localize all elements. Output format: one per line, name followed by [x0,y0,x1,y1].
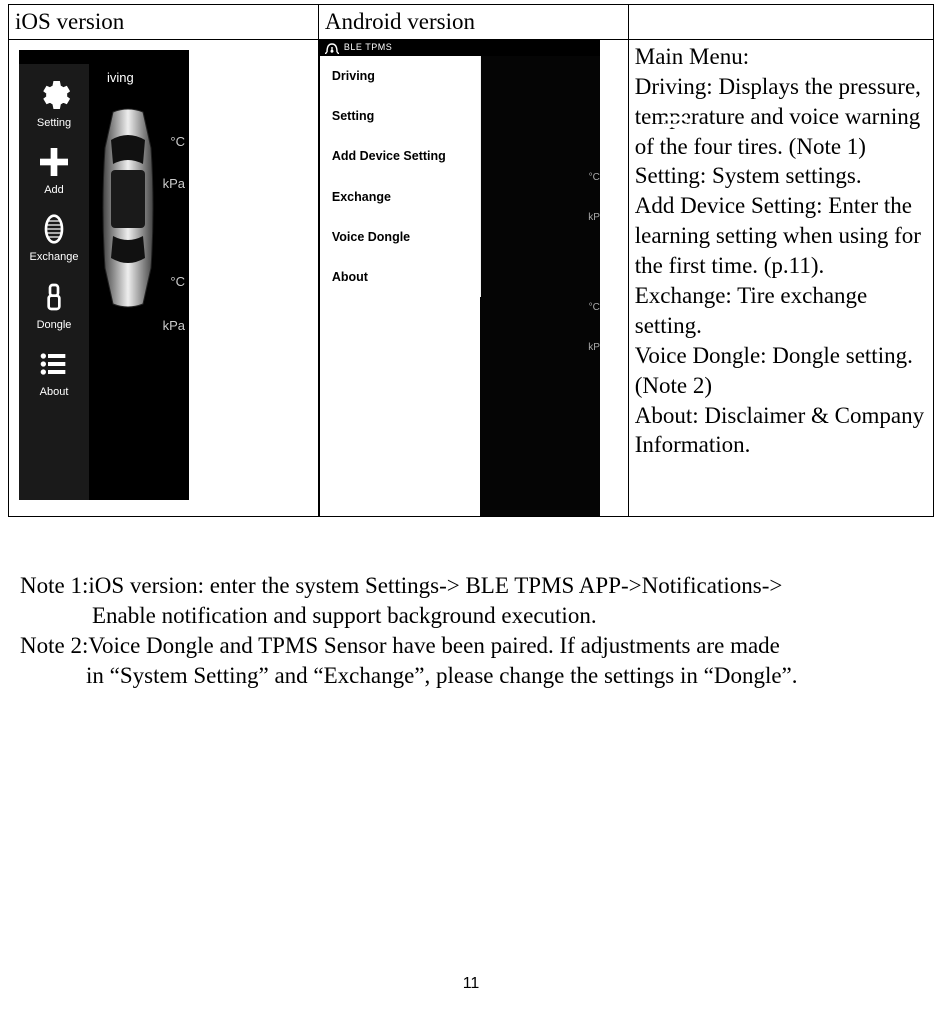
sidebar-item-label: Exchange [30,250,79,264]
ios-sidebar: Setting Add [19,64,89,500]
gear-icon [36,77,72,113]
desc-about: About: Disclaimer & Company Information. [635,401,927,461]
drawer-item-add[interactable]: Add Device Setting [320,136,480,176]
desc-add: Add Device Setting: Enter the learning s… [635,191,927,281]
notes-block: Note 1: iOS version: enter the system Se… [20,571,934,691]
note1-line2: Enable notification and support backgrou… [92,601,934,631]
sidebar-item-about[interactable]: About [19,339,89,406]
unit-press: kP [588,211,600,224]
dongle-icon [36,279,72,315]
drawer-item-driving[interactable]: Driving [320,56,480,96]
sidebar-item-label: Add [44,183,64,197]
tpms-icon [324,41,340,55]
page-number: 11 [0,975,942,993]
unit-press: kPa [163,176,185,193]
header-ios: iOS version [9,5,319,40]
tire-icon [36,211,72,247]
note2-label: Note 2: [20,631,88,661]
sidebar-item-label: Setting [37,116,71,130]
ios-main-area: iving [89,64,189,500]
desc-voice: Voice Dongle: Dongle setting. (Note 2) [635,341,927,401]
unit-press: kP [588,341,600,354]
hamburger-icon[interactable] [665,106,687,136]
sidebar-item-label: About [40,385,69,399]
cell-ios-screenshot: Setting Add [9,39,319,516]
unit-temp: °C [589,171,600,184]
list-icon [36,346,72,382]
sidebar-item-exchange[interactable]: Exchange [19,204,89,271]
layout-table: iOS version Android version Setting [8,4,934,517]
android-status-title: BLE TPMS [344,42,392,54]
android-behind-drawer: °C kP °C kP [480,56,600,516]
android-drawer: Driving Setting Add Device Setting Excha… [320,56,481,298]
android-screenshot: BLE TPMS Driving Setting Add Device Sett… [319,40,600,516]
plus-icon [36,144,72,180]
note2-line2: in “System Setting” and “Exchange”, plea… [86,661,934,691]
desc-exchange: Exchange: Tire exchange setting. [635,281,927,341]
note2-line1: Voice Dongle and TPMS Sensor have been p… [88,631,780,661]
note1-line1: iOS version: enter the system Settings->… [88,571,782,601]
drawer-item-exchange[interactable]: Exchange [320,177,480,217]
android-status-bar: BLE TPMS [320,40,600,56]
desc-title: Main Menu: [635,42,927,72]
car-graphic [93,108,163,268]
sidebar-item-dongle[interactable]: Dongle [19,272,89,339]
drawer-item-voice[interactable]: Voice Dongle [320,217,480,257]
note1-label: Note 1: [20,571,88,601]
cell-android-screenshot: BLE TPMS Driving Setting Add Device Sett… [318,39,628,516]
sidebar-item-label: Dongle [37,318,72,332]
driving-label: iving [107,70,134,87]
sidebar-item-add[interactable]: Add [19,137,89,204]
unit-temp: °C [170,134,185,151]
drawer-item-about[interactable]: About [320,257,480,297]
unit-temp: °C [170,274,185,291]
header-desc [628,5,933,40]
ios-status-bar [19,50,189,64]
ios-screenshot: Setting Add [19,50,189,500]
drawer-item-setting[interactable]: Setting [320,96,480,136]
desc-setting: Setting: System settings. [635,161,927,191]
sidebar-item-setting[interactable]: Setting [19,70,89,137]
header-android: Android version [318,5,628,40]
unit-press: kPa [163,318,185,335]
unit-temp: °C [589,301,600,314]
